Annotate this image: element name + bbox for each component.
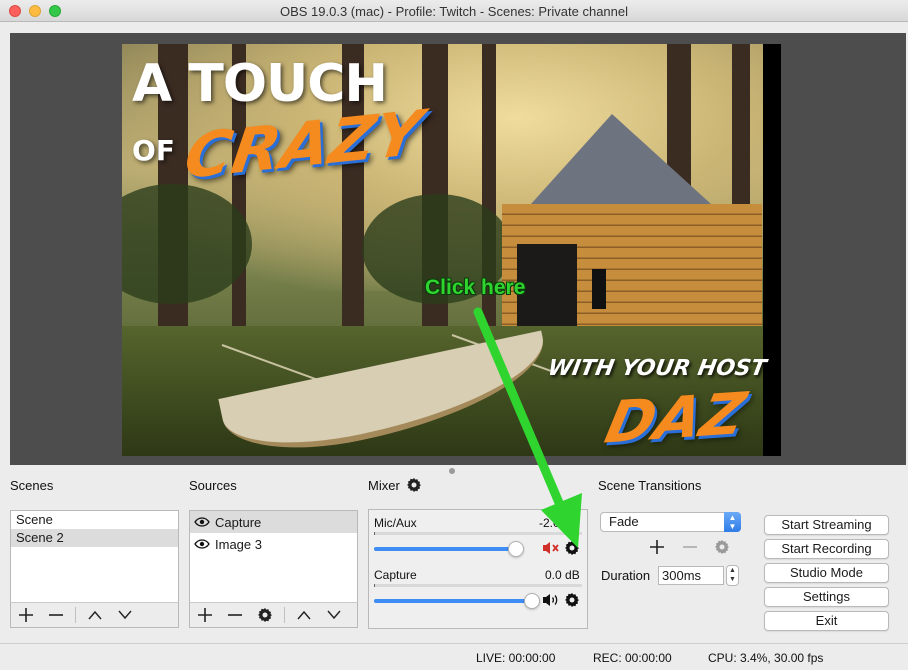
volume-slider[interactable] [374,547,524,551]
mixer-channel-db: -2.0 dB [539,516,578,530]
source-item[interactable]: Image 3 [190,533,357,555]
move-source-up-button[interactable] [289,602,319,628]
window-title: OBS 19.0.3 (mac) - Profile: Twitch - Sce… [279,4,629,19]
overlay-host-name: DAZ [599,379,752,456]
eye-icon[interactable] [194,539,210,549]
move-source-down-button[interactable] [319,602,349,628]
transition-select[interactable]: Fade ▲ ▼ [600,512,741,532]
scene-preview[interactable]: A TOUCH OF CRAZY WITH YOUR HOST DAZ [122,44,781,456]
cpu-fps-status: CPU: 3.4%, 30.00 fps [708,651,824,665]
transition-gear-icon [715,540,729,554]
mixer-channel-name: Mic/Aux [374,516,417,530]
remove-transition-icon [683,546,697,548]
overlay-host-line: WITH YOUR HOST [545,356,769,381]
sources-label: Sources [189,478,237,493]
preview-edge [763,44,781,456]
start-streaming-button[interactable]: Start Streaming [764,515,889,535]
scene-item[interactable]: Scene [11,511,178,529]
overlay-headline-of: OF [132,134,175,167]
sources-list[interactable]: Capture Image 3 [189,510,358,603]
chevron-up-icon [297,610,311,620]
duration-label: Duration [601,568,651,583]
add-source-button[interactable] [190,602,220,628]
source-properties-button[interactable] [250,602,280,628]
chevron-down-icon [327,610,341,620]
source-label: Image 3 [215,536,262,552]
studio-mode-button[interactable]: Studio Mode [764,563,889,583]
eye-icon[interactable] [194,517,210,527]
volume-slider[interactable] [374,599,540,603]
scenes-list[interactable]: Scene Scene 2 [10,510,179,603]
scene-item[interactable]: Scene 2 [11,529,178,547]
gear-icon[interactable] [564,592,580,608]
move-scene-down-button[interactable] [110,602,140,628]
minus-icon [228,614,242,616]
add-transition-icon[interactable] [650,540,664,554]
muted-speaker-icon[interactable] [542,541,560,555]
mixer-channel-db: 0.0 dB [545,568,580,582]
plus-icon [19,608,33,622]
sources-toolbar [189,602,358,628]
rec-timer: REC: 00:00:00 [593,651,672,665]
source-item[interactable]: Capture [190,511,357,533]
cabin-window [592,269,606,309]
add-scene-button[interactable] [11,602,41,628]
exit-button[interactable]: Exit [764,611,889,631]
volume-slider-handle[interactable] [508,541,524,557]
volume-meter [374,532,582,535]
scenes-toolbar [10,602,179,628]
volume-meter [374,584,582,587]
duration-field[interactable]: 300ms [658,566,724,585]
plus-icon [198,608,212,622]
scenes-label: Scenes [10,478,54,493]
cabin-roof [522,114,722,214]
dock-splitter-handle[interactable] [449,468,455,474]
transition-select-value: Fade [609,514,639,529]
preview-area[interactable]: A TOUCH OF CRAZY WITH YOUR HOST DAZ [10,33,906,465]
remove-source-button[interactable] [220,602,250,628]
move-scene-up-button[interactable] [80,602,110,628]
duration-stepper[interactable]: ▲ ▼ [726,565,739,586]
volume-slider-handle[interactable] [524,593,540,609]
speaker-icon[interactable] [542,593,560,607]
status-bar: LIVE: 00:00:00 REC: 00:00:00 CPU: 3.4%, … [0,643,908,670]
mixer-channel-name: Capture [374,568,417,582]
toolbar-separator [284,607,285,623]
gear-icon[interactable] [564,540,580,556]
settings-button[interactable]: Settings [764,587,889,607]
start-recording-button[interactable]: Start Recording [764,539,889,559]
volume-slider-fill [374,547,512,551]
click-here-annotation: Click here [425,276,526,299]
minus-icon [49,614,63,616]
chevron-down-icon [118,610,132,620]
mixer-gear-icon[interactable] [406,477,422,493]
toolbar-separator [75,607,76,623]
remove-scene-button[interactable] [41,602,71,628]
gear-icon [258,608,272,622]
volume-slider-fill [374,599,540,603]
live-timer: LIVE: 00:00:00 [476,651,556,665]
audio-mixer: Mic/Aux -2.0 dB Capture 0.0 dB [368,509,588,629]
select-arrows-icon: ▲ ▼ [724,512,741,532]
chevron-up-icon [88,610,102,620]
source-label: Capture [215,514,262,530]
title-bar: OBS 19.0.3 (mac) - Profile: Twitch - Sce… [0,0,908,22]
transitions-label: Scene Transitions [598,478,702,493]
mixer-label: Mixer [368,478,400,493]
